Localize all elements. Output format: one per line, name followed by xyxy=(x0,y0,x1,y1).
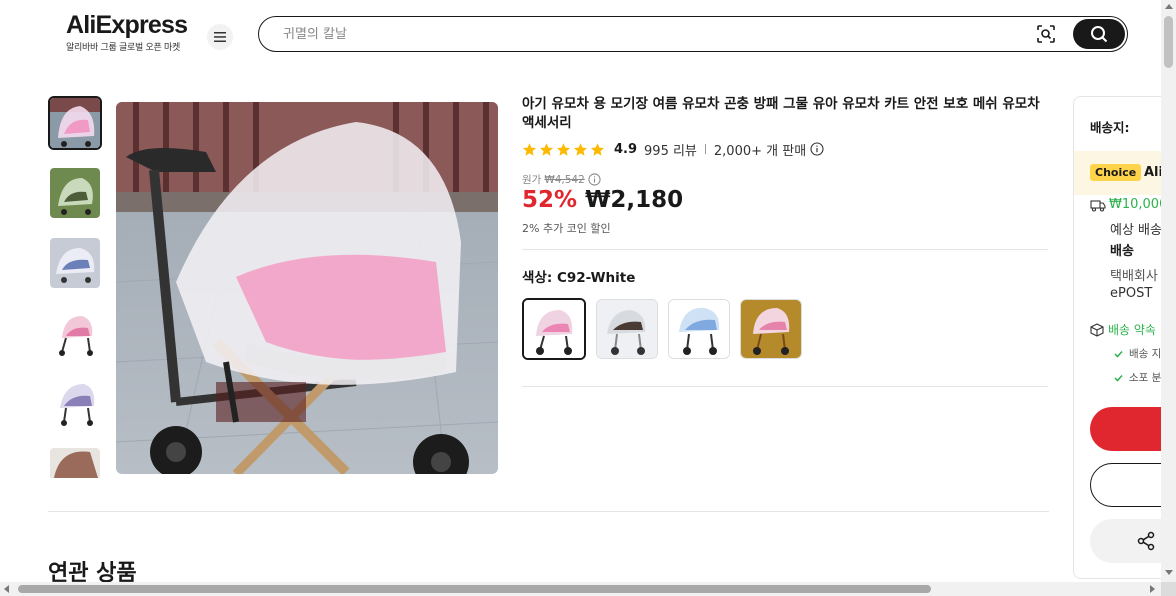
thumbnail-4[interactable] xyxy=(48,306,102,360)
thumbnail-image xyxy=(50,448,100,478)
thumbnail-5[interactable] xyxy=(48,376,102,430)
color-variants xyxy=(522,298,802,360)
menu-button[interactable] xyxy=(207,24,233,50)
scroll-right-arrow-icon[interactable] xyxy=(1150,585,1155,593)
rating-row: 4.9 995 리뷰 2,000+ 개 판매 xyxy=(522,140,824,159)
search-icon xyxy=(1091,26,1108,43)
thumbnail-3[interactable] xyxy=(48,236,102,290)
check-icon xyxy=(1114,350,1123,358)
free-shipping-threshold: ₩10,000 xyxy=(1109,197,1168,212)
star-icon xyxy=(522,142,537,156)
color-label: 색상: C92-White xyxy=(522,270,636,286)
image-search-button[interactable] xyxy=(1033,21,1059,47)
estimated-delivery-date: 배송 xyxy=(1110,244,1134,259)
horizontal-scrollbar[interactable] xyxy=(0,582,1161,596)
sold-count: 2,000+ 개 판매 xyxy=(713,143,807,159)
box-icon xyxy=(1090,322,1104,337)
variant-image xyxy=(669,300,729,358)
delivery-promise-label: 배송 약속 xyxy=(1108,323,1156,337)
divider xyxy=(704,144,706,154)
thumbnail-1[interactable] xyxy=(48,96,102,150)
scroll-up-arrow-icon[interactable] xyxy=(1165,4,1173,9)
camera-icon xyxy=(1037,25,1055,43)
star-icon xyxy=(573,142,588,156)
scrollbar-corner xyxy=(1161,582,1176,596)
divider xyxy=(522,386,1048,387)
aliexpress-logo[interactable]: AliExpress 알리바바 그룹 글로벌 오픈 마켓 xyxy=(66,12,196,53)
price-row: 52% ₩2,180 xyxy=(522,187,683,213)
star-icon xyxy=(590,142,605,156)
thumbnail-image xyxy=(50,378,100,428)
variant-blue[interactable] xyxy=(668,299,730,359)
purchase-panel: 배송지: Choice AliExpress ₩10,000 예상 배송 배송 … xyxy=(1073,96,1173,579)
hamburger-icon xyxy=(214,32,226,42)
product-title: 아기 유모차 용 모기장 여름 유모차 곤충 방패 그물 유아 유모차 카트 안… xyxy=(522,96,1040,131)
horizontal-scroll-thumb[interactable] xyxy=(18,585,931,593)
scroll-down-arrow-icon[interactable] xyxy=(1165,570,1173,575)
search-bar xyxy=(258,16,1128,52)
star-icon xyxy=(539,142,554,156)
main-product-image[interactable] xyxy=(116,102,498,474)
original-price-row: 원가 ₩4,542 xyxy=(522,172,601,187)
thumbnail-image xyxy=(50,238,100,288)
thumbnail-image xyxy=(50,98,100,148)
review-count[interactable]: 995 리뷰 xyxy=(644,140,697,159)
truck-icon xyxy=(1090,199,1106,212)
variant-gray[interactable] xyxy=(596,299,658,359)
courier-name: ePOST xyxy=(1110,286,1153,301)
divider xyxy=(522,249,1048,250)
thumbnail-2[interactable] xyxy=(48,166,102,220)
thumbnail-list xyxy=(48,96,102,478)
thumbnail-image xyxy=(50,308,100,358)
star-icon xyxy=(556,142,571,156)
search-input[interactable] xyxy=(283,19,1033,49)
discount-percent: 52% xyxy=(522,187,578,213)
original-price: ₩4,542 xyxy=(544,173,585,186)
choice-badge: Choice xyxy=(1090,164,1142,181)
vertical-scrollbar[interactable] xyxy=(1161,0,1176,582)
free-shipping-line: ₩10,000 xyxy=(1090,197,1167,212)
variant-image xyxy=(597,300,657,358)
variant-pink[interactable] xyxy=(740,299,802,359)
variant-image xyxy=(741,300,801,358)
scroll-left-arrow-icon[interactable] xyxy=(4,585,9,593)
current-price: ₩2,180 xyxy=(585,187,684,213)
courier-label: 택배회사 xyxy=(1110,269,1158,284)
ship-to-label[interactable]: 배송지: xyxy=(1090,117,1130,136)
thumbnail-image xyxy=(50,168,100,218)
thumbnail-6[interactable] xyxy=(48,446,102,478)
info-icon[interactable] xyxy=(810,142,824,156)
choice-banner: Choice AliExpress xyxy=(1074,151,1173,195)
logo-subtitle: 알리바바 그룹 글로벌 오픈 마켓 xyxy=(66,43,180,53)
variant-image xyxy=(524,300,584,358)
variant-c92-white[interactable] xyxy=(522,298,586,360)
estimated-delivery: 예상 배송 xyxy=(1110,223,1162,238)
stroller-image xyxy=(116,102,498,474)
share-icon xyxy=(1137,531,1155,551)
rating-value: 4.9 xyxy=(614,141,638,157)
coin-discount: 2% 추가 코인 할인 xyxy=(522,222,611,235)
check-icon xyxy=(1114,374,1123,382)
vertical-scroll-thumb[interactable] xyxy=(1164,16,1173,68)
delivery-promise[interactable]: 배송 약속 xyxy=(1090,321,1156,338)
original-price-label: 원가 xyxy=(522,174,542,186)
info-icon[interactable] xyxy=(588,173,601,186)
star-rating xyxy=(522,142,605,157)
logo-text: AliExpress xyxy=(66,11,188,39)
divider xyxy=(48,511,1049,512)
search-button[interactable] xyxy=(1073,19,1125,49)
